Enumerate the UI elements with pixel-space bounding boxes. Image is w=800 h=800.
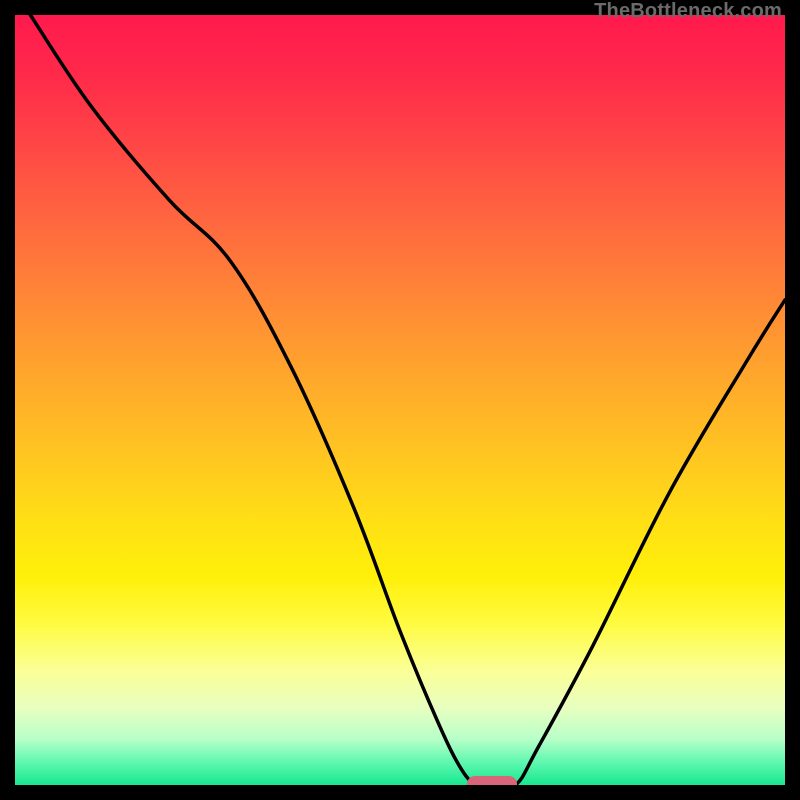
chart-frame: TheBottleneck.com <box>0 0 800 800</box>
bottleneck-curve <box>15 15 785 785</box>
chart-plot-area <box>15 15 785 785</box>
watermark-text: TheBottleneck.com <box>594 0 782 23</box>
optimal-marker <box>467 776 517 785</box>
